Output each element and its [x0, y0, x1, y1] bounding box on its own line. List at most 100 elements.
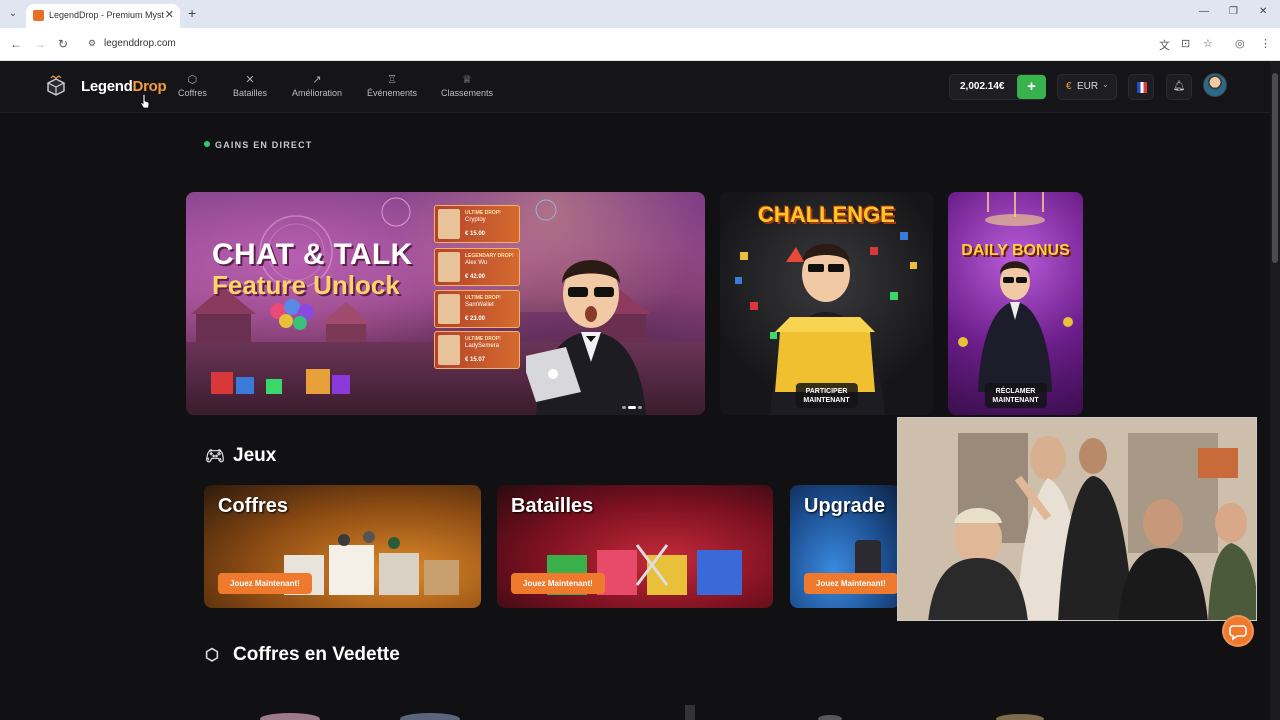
nav-label: Coffres: [178, 88, 207, 98]
install-icon[interactable]: ⊡: [1181, 37, 1190, 50]
drop-user: LadySemera: [465, 343, 500, 349]
drop-tag: LEGENDARY DROP!: [465, 253, 514, 259]
balance-widget[interactable]: 2,002.14€ +: [949, 74, 1046, 100]
nav-label: Classements: [441, 88, 494, 98]
forward-icon[interactable]: →: [34, 37, 46, 51]
nav-item-batailles[interactable]: ✕ Batailles: [233, 73, 267, 98]
drop-user: Alex Wu: [465, 260, 488, 266]
currency-symbol: €: [1066, 81, 1072, 92]
reload-icon[interactable]: ↻: [58, 37, 68, 51]
crown-icon: ♕: [462, 74, 472, 86]
hero-character-illustration: [526, 260, 646, 415]
drop-user: Cryptoy: [465, 217, 486, 223]
browser-tab[interactable]: LegendDrop - Premium Myster ✕: [26, 4, 180, 28]
chevron-down-icon: ⌄: [1102, 80, 1109, 89]
hero-banner[interactable]: CHAT & TALK Feature Unlock ULTIME DROP! …: [186, 192, 705, 415]
drop-avatar: [438, 335, 460, 365]
game-card-coffres[interactable]: Coffres Jouez Maintenant!: [204, 485, 481, 608]
hero-subtitle: Feature Unlock: [212, 270, 400, 300]
cube-icon: ⬡: [205, 647, 219, 664]
live-drop-card: ULTIME DROP! LadySemera € 15.07: [434, 331, 520, 369]
avatar[interactable]: [1203, 73, 1227, 97]
mouse-cursor-icon: [140, 94, 150, 109]
currency-select[interactable]: € EUR ⌄: [1057, 74, 1117, 100]
menu-dots-icon[interactable]: ⋮: [1260, 37, 1271, 50]
logo-primary: Legend: [81, 78, 133, 95]
scrollbar-thumb[interactable]: [1272, 73, 1278, 263]
add-funds-button[interactable]: +: [1017, 75, 1046, 99]
profile-icon[interactable]: ◎: [1235, 37, 1245, 50]
omnibox[interactable]: ⚙ legenddrop.com: [82, 33, 1142, 56]
language-button[interactable]: [1128, 74, 1154, 100]
tab-title: LegendDrop - Premium Myster: [49, 10, 164, 20]
top-navigation: LegendDrop ⬡ Coffres ✕ Batailles ↗ Améli…: [0, 61, 1270, 113]
claim-button[interactable]: RÉCLAMER MAINTENANT: [984, 383, 1047, 408]
window-close-icon[interactable]: ✕: [1259, 6, 1267, 17]
webcam-scene: [898, 418, 1256, 620]
challenge-promo-card[interactable]: CHALLENGE PARTICIPER MAINTENANT: [720, 192, 933, 415]
address-bar: ← → ↻ ⚙ legenddrop.com 文 ⊡ ☆ ◎ ⋮: [0, 28, 1280, 61]
bookmark-star-icon[interactable]: ☆: [1203, 37, 1213, 50]
nav-item-amelioration[interactable]: ↗ Amélioration: [292, 73, 342, 98]
challenge-title: CHALLENGE: [758, 202, 895, 227]
nav-label: Batailles: [233, 88, 268, 98]
drop-avatar: [438, 252, 460, 282]
translate-icon[interactable]: 文: [1159, 37, 1170, 53]
drop-user: SamWallet: [465, 302, 494, 308]
game-card-batailles[interactable]: Batailles Jouez Maintenant!: [497, 485, 773, 608]
games-section-title: Jeux: [233, 445, 277, 466]
live-wins-text: GAINS EN DIRECT: [215, 140, 313, 150]
tab-search-icon[interactable]: ⌄: [6, 7, 20, 21]
carousel-dots: [622, 406, 652, 410]
page-scrollbar[interactable]: [1270, 61, 1280, 720]
chat-bubble-icon: [1229, 625, 1247, 641]
play-now-button[interactable]: Jouez Maintenant!: [218, 573, 312, 594]
drop-tag: ULTIME DROP!: [465, 210, 501, 216]
box-icon: ⬡: [187, 74, 198, 86]
browser-tab-bar: ⌄ LegendDrop - Premium Myster ✕ + — ❐ ✕: [0, 0, 1280, 28]
play-now-button[interactable]: Jouez Maintenant!: [511, 573, 605, 594]
nav-item-classements[interactable]: ♕ Classements: [441, 73, 493, 98]
site-info-icon[interactable]: ⚙: [88, 38, 96, 49]
carousel-dot[interactable]: [638, 406, 642, 409]
trophy-icon: ♖: [387, 74, 397, 86]
game-title: Upgrade: [804, 495, 886, 517]
daily-bonus-title: DAILY BONUS: [961, 242, 1070, 259]
drop-avatar: [438, 209, 460, 239]
carousel-dot[interactable]: [622, 406, 626, 409]
gamepad-icon: 🎮︎: [205, 448, 226, 465]
daily-bonus-art: [958, 192, 1073, 392]
carousel-dot-active[interactable]: [628, 406, 636, 409]
webcam-overlay: [897, 417, 1257, 621]
featured-section-title: Coffres en Vedette: [233, 644, 400, 665]
drop-price: € 42.00: [465, 274, 486, 280]
restore-icon[interactable]: ❐: [1229, 6, 1238, 17]
live-dot-icon: [204, 141, 210, 147]
featured-cases-preview: [260, 705, 1044, 720]
minimize-icon[interactable]: —: [1199, 6, 1209, 17]
games-section-heading: 🎮︎ Jeux: [205, 445, 276, 467]
live-wins-label: GAINS EN DIRECT: [204, 140, 313, 150]
daily-bonus-promo-card[interactable]: DAILY BONUS RÉCLAMER MAINTENANT: [948, 192, 1083, 415]
drop-tag: ULTIME DROP!: [465, 295, 501, 301]
live-drop-card: ULTIME DROP! Cryptoy € 15.00: [434, 205, 520, 243]
nav-label: Événements: [367, 88, 418, 98]
back-icon[interactable]: ←: [10, 37, 22, 51]
nav-item-coffres[interactable]: ⬡ Coffres: [178, 73, 207, 98]
participate-button[interactable]: PARTICIPER MAINTENANT: [795, 383, 858, 408]
new-tab-icon[interactable]: +: [188, 5, 196, 21]
featured-section-heading: ⬡ Coffres en Vedette: [205, 644, 400, 666]
game-title: Coffres: [218, 495, 289, 517]
game-card-upgrade[interactable]: Upgrade Jouez Maintenant!: [790, 485, 900, 608]
nav-item-evenements[interactable]: ♖ Événements: [367, 73, 417, 98]
chat-support-button[interactable]: [1222, 615, 1254, 647]
balance-amount: 2,002.14€: [960, 81, 1005, 92]
close-icon[interactable]: ✕: [165, 8, 174, 21]
play-now-button[interactable]: Jouez Maintenant!: [804, 573, 898, 594]
france-flag-icon: [1137, 82, 1147, 93]
logo-text[interactable]: LegendDrop: [81, 78, 167, 95]
url-text: legenddrop.com: [104, 38, 176, 49]
notifications-button[interactable]: 🔔︎: [1166, 74, 1192, 100]
logo-icon[interactable]: [44, 74, 68, 98]
swords-icon: ✕: [245, 74, 255, 86]
